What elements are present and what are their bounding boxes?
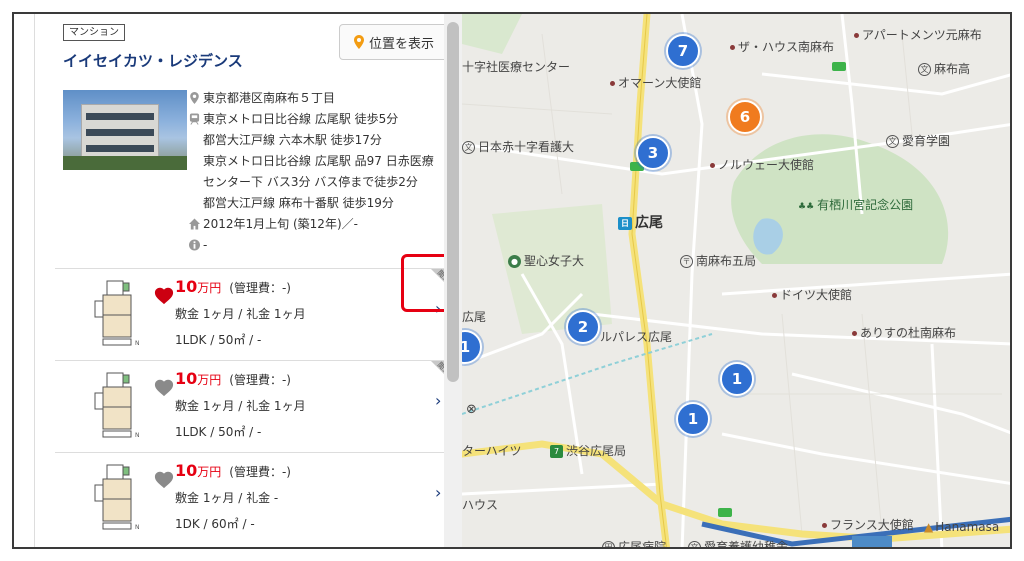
map-label-red-cross-center: 十字社医療センター	[462, 60, 571, 74]
access-line-3: 東京メトロ日比谷線 広尾駅 品97 日赤医療	[203, 154, 434, 168]
built-date-text: 2012年1月上旬 (築12年)／-	[203, 217, 358, 231]
map-label-red-cross-nursing: 文日本赤十字看護大	[462, 138, 574, 155]
map-label-the-house: ザ・ハウス南麻布	[730, 38, 834, 55]
property-photo[interactable]	[63, 90, 187, 170]
rent-amount: 10	[175, 369, 198, 388]
property-cluster-marker[interactable]: 6	[728, 100, 762, 134]
map-label-hiroo-station: 日広尾	[618, 212, 663, 232]
location-pin-icon	[187, 88, 201, 104]
school-icon: 文	[462, 141, 475, 154]
map-label-apartments: アパートメンツ元麻布	[854, 26, 982, 43]
show-location-button[interactable]: 位置を表示	[339, 24, 449, 60]
unit-row-3[interactable]: N 10万円 (管理費：-) 敷金 1ヶ月 / 礼金 - 1DK / 60㎡ / …	[55, 452, 461, 544]
map-label-kindergarten: 文愛育養護幼稚舎	[688, 538, 788, 547]
management-fee: (管理費：-)	[229, 373, 291, 387]
map-label-hiroo-left: 広尾	[462, 310, 487, 324]
management-fee: (管理費：-)	[229, 465, 291, 479]
map-label-azabu-high: 文麻布高	[918, 60, 970, 77]
police-box-icon: ⊗	[466, 402, 477, 417]
train-icon	[187, 109, 201, 125]
screenshot-frame: マンション イイセイカツ・レジデンス 位置を表示 東京都港区南麻布５丁目 東京メ…	[12, 12, 1012, 549]
school-icon: 文	[688, 541, 701, 547]
deposit-key-money: 敷金 1ヶ月 / 礼金 1ヶ月	[175, 307, 306, 321]
access-line-1: 東京メトロ日比谷線 広尾駅 徒歩5分	[203, 112, 399, 126]
bus-stop-icon	[832, 62, 846, 71]
floor-plan-image: N	[94, 372, 140, 439]
home-icon	[187, 214, 201, 230]
property-type-tag: マンション	[63, 24, 125, 41]
property-cluster-marker[interactable]: 3	[636, 136, 670, 170]
show-location-label: 位置を表示	[368, 36, 434, 52]
map-pin-icon	[353, 35, 364, 49]
property-cluster-marker[interactable]: 7	[666, 34, 700, 68]
management-fee: (管理費：-)	[229, 281, 291, 295]
unit-row-2[interactable]: N 10万円 (管理費：-) 敷金 1ヶ月 / 礼金 1ヶ月 1LDK / 50㎡…	[55, 360, 461, 452]
scrollbar-thumb[interactable]	[447, 22, 459, 382]
rent-amount: 10	[175, 461, 198, 480]
school-icon: 文	[918, 63, 931, 76]
access-line-2: 都営大江戸線 六本木駅 徒歩17分	[203, 133, 382, 147]
floor-plan-image: N	[94, 464, 140, 531]
info-text: -	[203, 238, 208, 252]
property-name[interactable]: イイセイカツ・レジデンス	[63, 50, 243, 71]
property-panel: マンション イイセイカツ・レジデンス 位置を表示 東京都港区南麻布５丁目 東京メ…	[34, 14, 462, 547]
favorite-heart-icon[interactable]	[153, 377, 175, 397]
property-cluster-marker[interactable]: 1	[720, 362, 754, 396]
tree-icon: ♣♣	[798, 202, 815, 212]
property-details: 東京都港区南麻布５丁目 東京メトロ日比谷線 広尾駅 徒歩5分 都営大江戸線 六本…	[187, 88, 459, 256]
property-cluster-marker[interactable]: 1	[676, 402, 710, 436]
svg-text:N: N	[135, 524, 140, 531]
deposit-key-money: 敷金 1ヶ月 / 礼金 1ヶ月	[175, 399, 306, 413]
map-base	[462, 14, 1010, 547]
map-label-norway-embassy: ノルウェー大使館	[710, 156, 814, 173]
map-label-palace: ルパレス広尾	[600, 330, 673, 344]
map-label-hospital: 田広尾病院	[602, 538, 666, 547]
subway-station-icon: 日	[618, 216, 632, 230]
map-label-seishin: ● 聖心女子大	[508, 252, 584, 269]
info-icon	[187, 235, 201, 251]
access-line-5: 都営大江戸線 麻布十番駅 徒歩19分	[203, 196, 394, 210]
map-label-german-embassy: ドイツ大使館	[772, 286, 852, 303]
shop-icon: ▲	[924, 520, 934, 534]
svg-text:N: N	[135, 432, 140, 439]
chevron-right-icon[interactable]: ›	[435, 391, 441, 410]
chevron-right-icon[interactable]: ›	[435, 483, 441, 502]
campus-icon: ●	[508, 255, 521, 268]
map-label-french-embassy: フランス大使館	[822, 516, 914, 533]
map-label-arisugawa-park: ♣♣ 有栖川宮記念公園	[798, 198, 914, 212]
deposit-key-money: 敷金 1ヶ月 / 礼金 -	[175, 491, 279, 505]
rent-unit: 万円	[197, 281, 222, 295]
map-label-house-bottom: ハウス	[462, 498, 499, 512]
rent-unit: 万円	[197, 373, 222, 387]
rent-unit: 万円	[197, 465, 222, 479]
post-office-icon: 〒	[680, 255, 693, 268]
convenience-store-icon: 7	[550, 445, 563, 458]
map-area[interactable]: 十字社医療センター ザ・ハウス南麻布 アパートメンツ元麻布 文麻布高 オマーン大…	[462, 14, 1010, 547]
map-label-oman-embassy: オマーン大使館	[610, 74, 701, 91]
access-line-4: センター下 バス3分 バス停まで徒歩2分	[203, 175, 418, 189]
favorite-heart-icon[interactable]	[153, 285, 175, 305]
property-cluster-marker[interactable]: 2	[566, 310, 600, 344]
map-label-hanamasa: ▲ Hanamasa	[924, 520, 1000, 534]
map-label-shibuya-post: 7 渋谷広尾局	[550, 442, 626, 459]
panel-scrollbar[interactable]	[444, 14, 462, 547]
map-label-arisu-forest: ありすの杜南麻布	[852, 324, 956, 341]
map-label-minami-azabu-post: 〒南麻布五局	[680, 252, 756, 269]
map-label-aiiku: 文愛育学園	[886, 132, 950, 149]
favorite-heart-icon[interactable]	[153, 469, 175, 489]
school-icon: 文	[886, 135, 899, 148]
layout-size: 1LDK / 50㎡ / -	[175, 425, 262, 439]
map-label-heights: ターハイツ	[462, 444, 522, 458]
layout-size: 1DK / 60㎡ / -	[175, 517, 255, 531]
hospital-icon: 田	[602, 541, 615, 547]
svg-text:N: N	[135, 340, 140, 347]
layout-size: 1LDK / 50㎡ / -	[175, 333, 262, 347]
rent-amount: 10	[175, 277, 198, 296]
address-text: 東京都港区南麻布５丁目	[203, 91, 336, 105]
floor-plan-image: N	[94, 280, 140, 347]
bus-stop-icon	[718, 508, 732, 517]
